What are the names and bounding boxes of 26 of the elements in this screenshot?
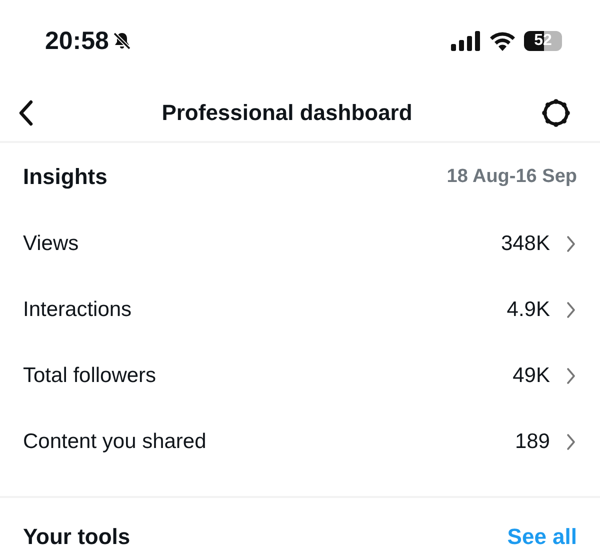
row-value: 189 xyxy=(514,430,550,454)
settings-icon[interactable] xyxy=(540,97,572,129)
chevron-icon xyxy=(566,433,576,451)
section-title: Insights xyxy=(23,164,108,190)
section-title: Your tools xyxy=(23,524,130,550)
row-label: Views xyxy=(23,232,79,256)
insight-row[interactable]: Content you shared 189 xyxy=(0,409,600,475)
insight-row[interactable]: Views 348K xyxy=(0,211,600,277)
row-value: 348K xyxy=(500,232,550,256)
row-label: Total followers xyxy=(23,364,156,388)
row-label: Content you shared xyxy=(23,430,206,454)
wifi-icon xyxy=(489,31,516,51)
chevron-icon xyxy=(566,301,576,319)
chevron-icon xyxy=(566,235,576,253)
back-icon[interactable] xyxy=(18,100,34,126)
page-title: Professional dashboard xyxy=(162,100,412,126)
row-value: 4.9K xyxy=(506,298,550,322)
row-value: 49K xyxy=(512,364,550,388)
row-label: Interactions xyxy=(23,298,132,322)
date-range: 18 Aug-16 Sep xyxy=(446,166,577,188)
signal-icon xyxy=(451,31,481,51)
chevron-icon xyxy=(566,367,576,385)
insight-row[interactable]: Total followers 49K xyxy=(0,343,600,409)
insight-row[interactable]: Interactions 4.9K xyxy=(0,277,600,343)
status-time: 20:58 xyxy=(45,26,109,56)
muted-bell-icon xyxy=(112,31,132,51)
